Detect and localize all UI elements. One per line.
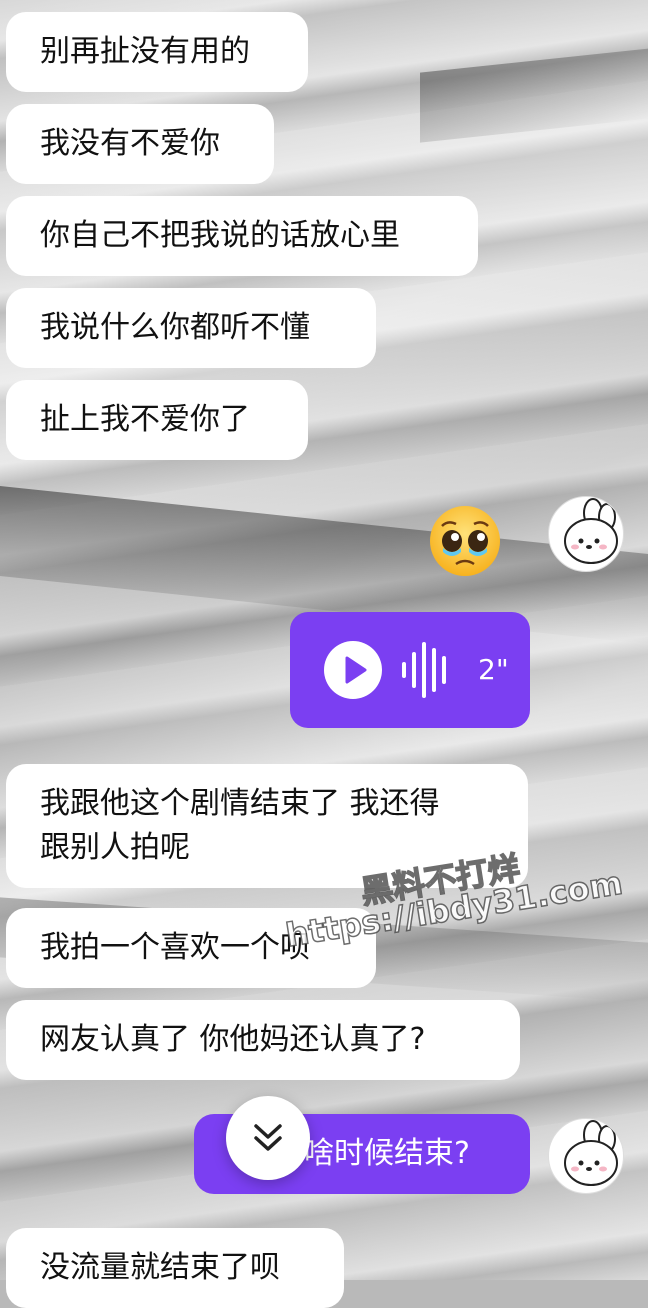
voice-duration: 2" — [478, 653, 509, 686]
pleading-face-emoji[interactable] — [428, 504, 502, 578]
message-bubble-incoming[interactable]: 我说什么你都听不懂 — [6, 288, 376, 368]
double-chevron-down-icon — [254, 1124, 282, 1151]
message-bubble-incoming[interactable]: 别再扯没有用的 — [6, 12, 308, 92]
message-text: 我没有不爱你 — [40, 126, 220, 161]
message-bubble-incoming[interactable]: 没流量就结束了呗 — [6, 1228, 344, 1308]
message-text: 我拍一个喜欢一个呗 — [40, 930, 310, 965]
scroll-to-bottom-button[interactable] — [226, 1096, 310, 1180]
white-bunny-avatar[interactable] — [548, 496, 624, 572]
message-text: 别再扯没有用的 — [40, 34, 250, 69]
voice-message-bubble[interactable]: 2" — [290, 612, 530, 728]
play-icon[interactable] — [324, 641, 382, 699]
message-text: 你自己不把我说的话放心里 — [40, 218, 400, 253]
message-bubble-incoming[interactable]: 网友认真了 你他妈还认真了? — [6, 1000, 520, 1080]
message-text: 我说什么你都听不懂 — [40, 310, 310, 345]
white-bunny-avatar[interactable] — [548, 1118, 624, 1194]
message-bubble-incoming[interactable]: 你自己不把我说的话放心里 — [6, 196, 478, 276]
message-text: 网友认真了 你他妈还认真了? — [40, 1022, 426, 1057]
audio-waveform-icon — [402, 642, 446, 698]
message-bubble-incoming[interactable]: 扯上我不爱你了 — [6, 380, 308, 460]
message-bubble-incoming[interactable]: 我没有不爱你 — [6, 104, 274, 184]
message-text: 扯上我不爱你了 — [40, 402, 250, 437]
message-text: 啥时候结束? — [304, 1136, 470, 1171]
message-text-line: 我跟他这个剧情结束了 我还得 — [40, 786, 440, 821]
